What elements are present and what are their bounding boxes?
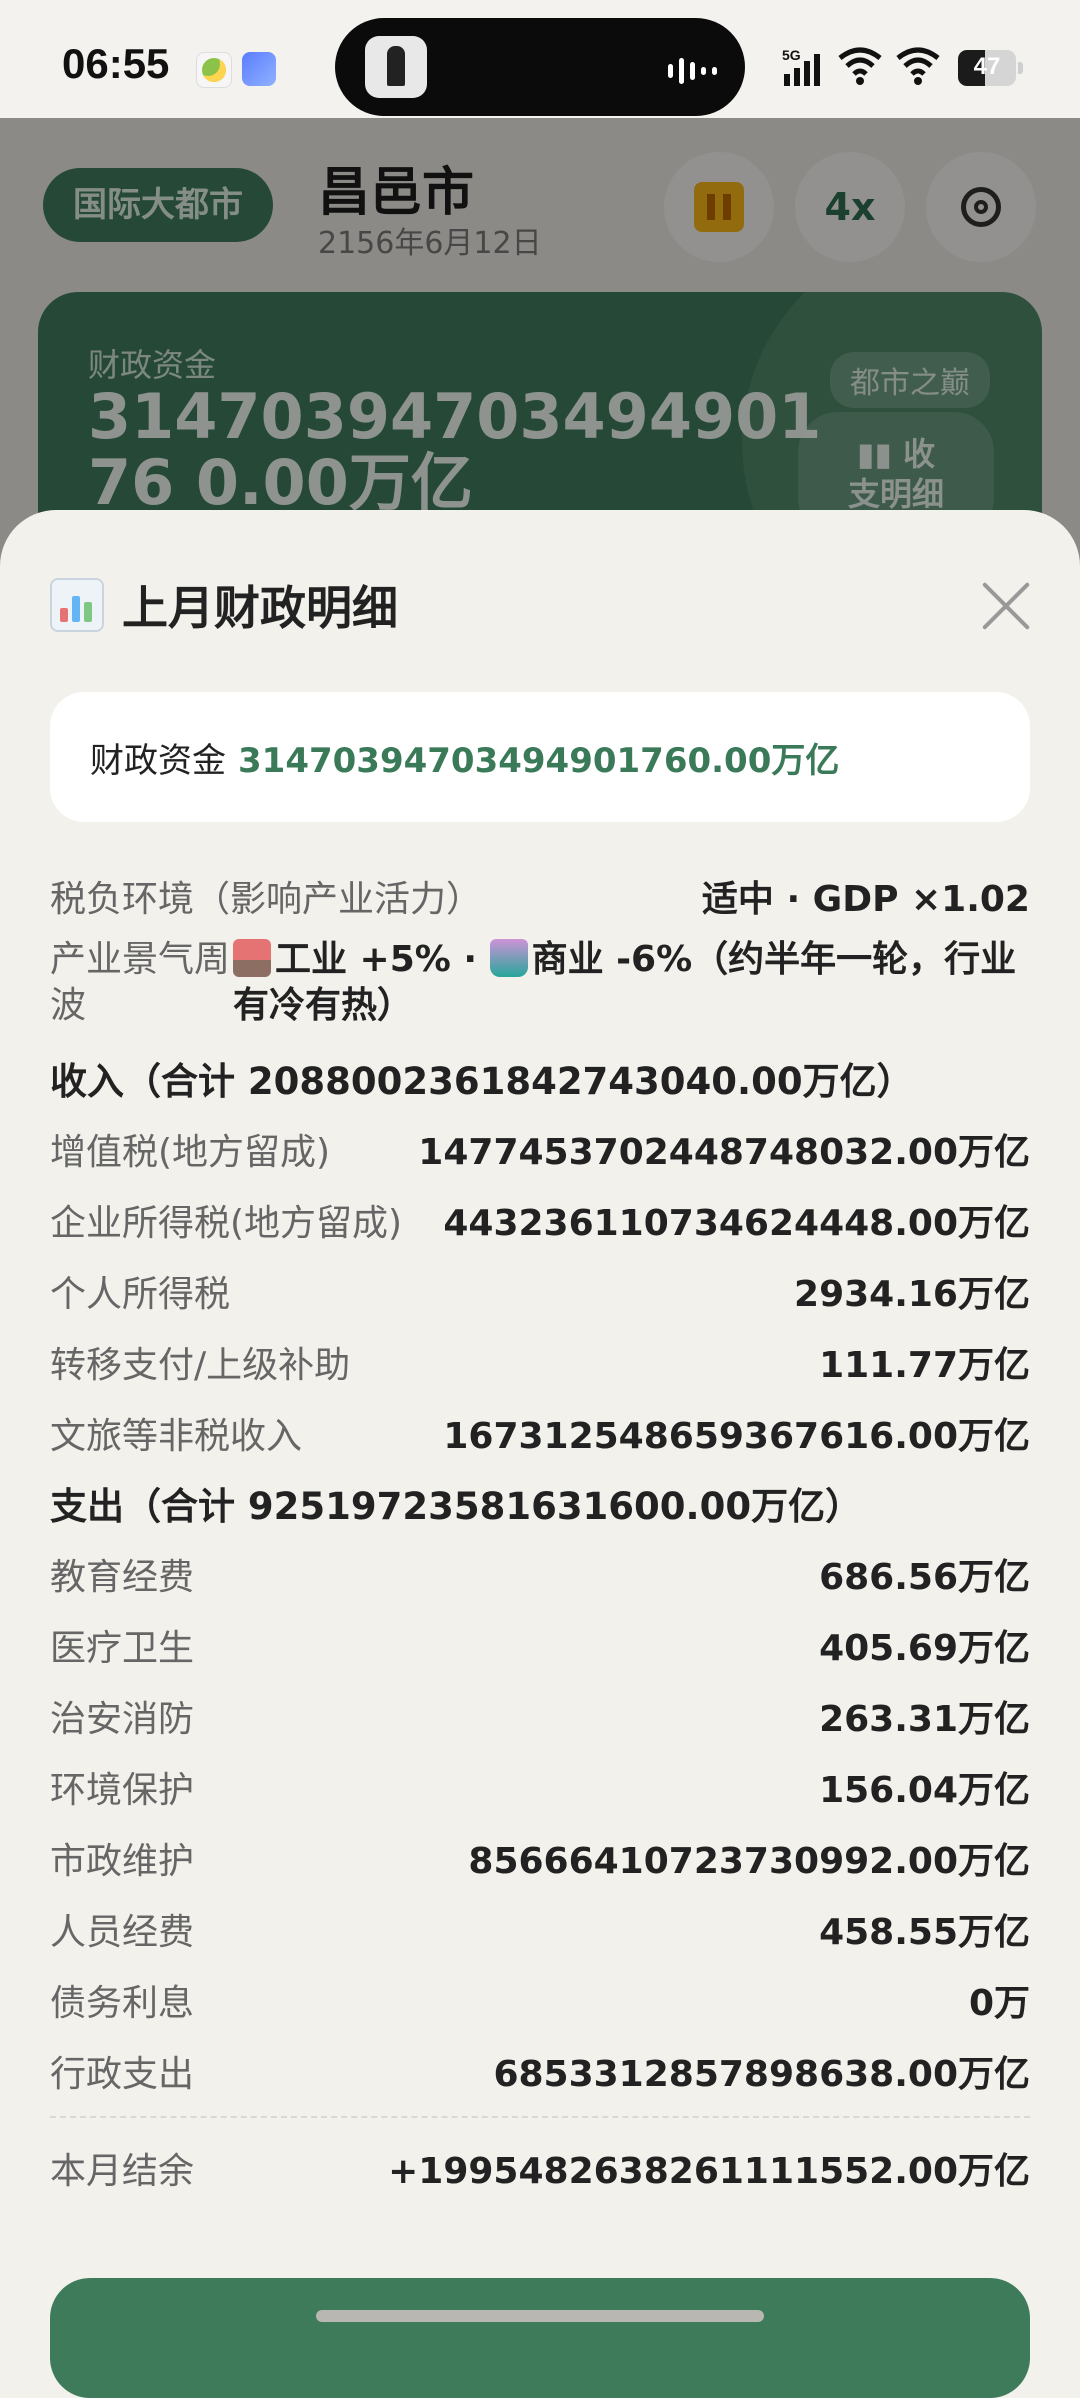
battery-cap [1018,62,1023,74]
row-value: 6853312857898638.00万亿 [493,2053,1030,2095]
detail-list: 税负环境（影响产业活力） 适中 · GDP ×1.02 产业景气周波 工业 +5… [50,860,1030,2218]
row-value: 443236110734624448.00万亿 [443,1202,1030,1244]
row-value: 156.04万亿 [819,1769,1030,1811]
row-label: 治安消防 [50,1698,195,1740]
shopping-bags-icon [489,939,528,977]
status-time: 06:55 [62,40,170,87]
separator: · [450,939,490,980]
row-label: 企业所得税(地方留成) [50,1202,403,1244]
sheet-header: 上月财政明细 [50,572,398,638]
row-value: 405.69万亿 [819,1627,1030,1669]
sheet-title: 上月财政明细 [122,581,398,635]
row-value: 2934.16万亿 [794,1273,1030,1315]
close-icon[interactable] [978,578,1034,634]
row-label: 个人所得税 [50,1273,231,1315]
expense-section-title: 支出（合计 92519723581631600.00万亿） [50,1485,863,1528]
expense-row: 市政维护 85666410723730992.00万亿 [50,1822,1030,1893]
tax-environment-row: 税负环境（影响产业活力） 适中 · GDP ×1.02 [50,860,1030,931]
expense-row: 环境保护 156.04万亿 [50,1751,1030,1822]
factory-icon [233,939,271,977]
notification-app-icon [196,52,232,88]
row-label: 文旅等非税收入 [50,1415,303,1457]
expense-row: 医疗卫生 405.69万亿 [50,1609,1030,1680]
fund-summary-label: 财政资金 [90,740,226,781]
row-value: 458.55万亿 [819,1911,1030,1953]
industry-trend: 工业 +5% [275,939,451,980]
row-value: 工业 +5% · 商业 -6%（约半年一轮，行业有冷有热） [233,937,1030,1029]
row-label: 产业景气周波 [50,939,231,1026]
row-value: 167312548659367616.00万亿 [443,1415,1030,1457]
income-section-title: 收入（合计 2088002361842743040.00万亿） [50,1060,914,1103]
expense-row: 行政支出 6853312857898638.00万亿 [50,2035,1030,2106]
notification-app-icon-2 [242,52,276,86]
confirm-button[interactable] [50,2278,1030,2398]
row-label: 本月结余 [50,2151,195,2192]
income-row: 文旅等非税收入 167312548659367616.00万亿 [50,1397,1030,1468]
row-value: 263.31万亿 [819,1698,1030,1740]
income-row: 个人所得税 2934.16万亿 [50,1255,1030,1326]
audio-wave-icon [668,58,717,84]
row-label: 税负环境（影响产业活力） [50,878,483,920]
row-value: 适中 · GDP ×1.02 [701,878,1030,920]
row-value: +1995482638261111552.00万亿 [388,2151,1030,2192]
row-value: 0万 [968,1982,1030,2024]
media-thumbnail-icon [365,36,427,98]
row-value: 111.77万亿 [819,1344,1030,1386]
fund-summary-value: 31470394703494901760.00万亿 [238,740,840,781]
row-label: 医疗卫生 [50,1627,195,1669]
battery-text: 47 [973,53,1001,80]
fund-summary-box: 财政资金 31470394703494901760.00万亿 [50,692,1030,822]
finance-detail-sheet: 上月财政明细 财政资金 31470394703494901760.00万亿 税负… [0,510,1080,2398]
home-indicator[interactable] [316,2310,764,2322]
row-label: 债务利息 [50,1982,195,2024]
wifi-icon-2 [896,47,940,85]
status-bar: 06:55 5G 47 [0,0,1080,118]
row-label: 环境保护 [50,1769,195,1811]
row-label: 人员经费 [50,1911,195,1953]
row-value: 686.56万亿 [819,1556,1030,1598]
income-row: 转移支付/上级补助 111.77万亿 [50,1326,1030,1397]
row-label: 行政支出 [50,2053,195,2095]
row-value: 1477453702448748032.00万亿 [418,1131,1030,1173]
battery-icon: 47 [958,50,1016,86]
row-value: 85666410723730992.00万亿 [468,1840,1030,1882]
row-label: 增值税(地方留成) [50,1131,331,1173]
expense-row: 教育经费 686.56万亿 [50,1538,1030,1609]
industry-cycle-row: 产业景气周波 工业 +5% · 商业 -6%（约半年一轮，行业有冷有热） [50,937,1030,1029]
cellular-signal-icon: 5G [782,47,820,86]
expense-row: 债务利息 0万 [50,1964,1030,2035]
income-row: 增值税(地方留成) 1477453702448748032.00万亿 [50,1113,1030,1184]
expense-row: 人员经费 458.55万亿 [50,1893,1030,1964]
row-label: 市政维护 [50,1840,195,1882]
row-label: 转移支付/上级补助 [50,1344,351,1386]
expense-row: 治安消防 263.31万亿 [50,1680,1030,1751]
dynamic-island[interactable] [335,18,745,116]
bar-chart-icon [50,578,104,632]
row-label: 教育经费 [50,1556,195,1598]
svg-text:5G: 5G [782,47,801,63]
monthly-balance-row: 本月结余 +1995482638261111552.00万亿 [50,2118,1030,2218]
wifi-icon [838,47,882,85]
income-row: 企业所得税(地方留成) 443236110734624448.00万亿 [50,1184,1030,1255]
